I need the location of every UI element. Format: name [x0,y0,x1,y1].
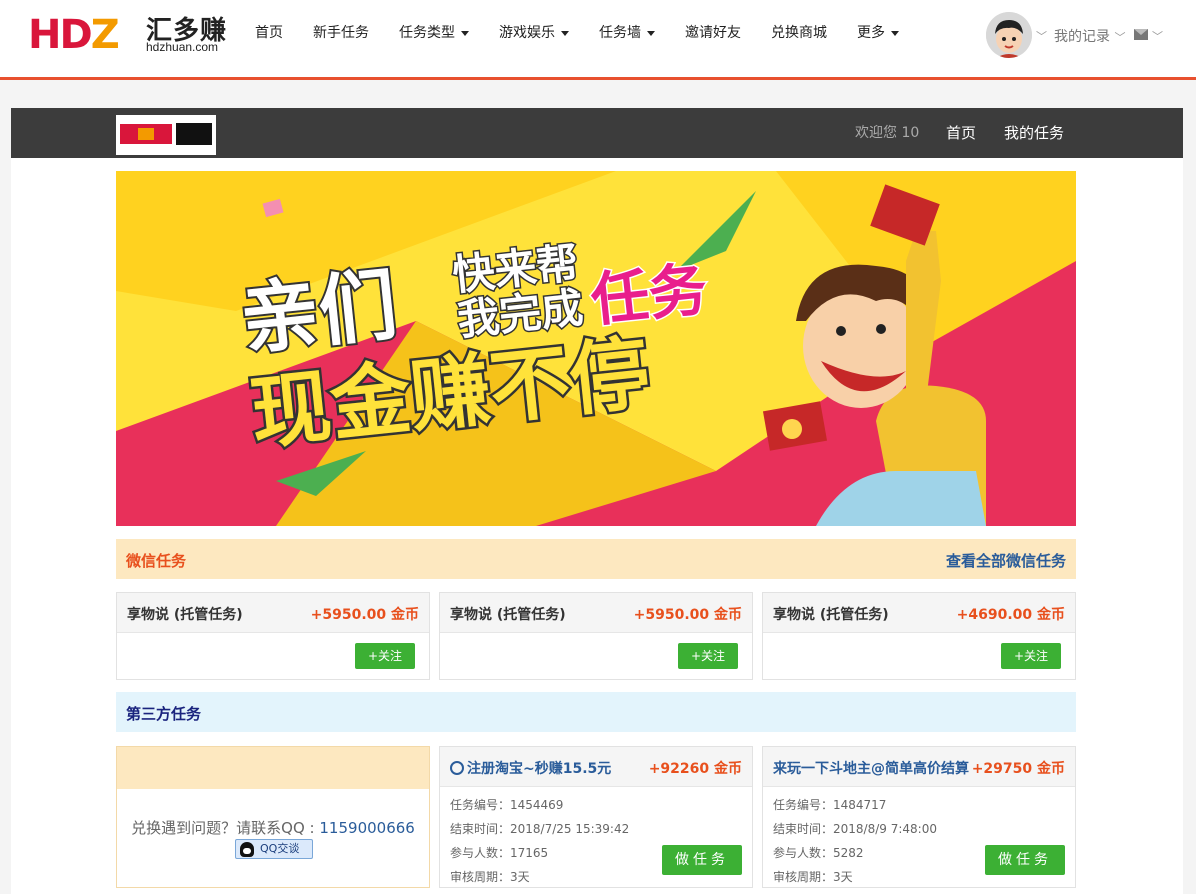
wechat-task-card[interactable]: 享物说 (托管任务) +4690.00 金币 +关注 [762,592,1076,680]
chevron-down-icon[interactable]: ﹀ [1152,28,1163,44]
caret-down-icon [461,30,469,36]
wechat-task-card[interactable]: 享物说 (托管任务) +5950.00 金币 +关注 [439,592,753,680]
task-name: 享物说 (托管任务) [773,607,889,623]
welcome-text: 欢迎您 10 [855,125,920,141]
third-party-task-card[interactable]: 来玩一下斗地主@简单高价结算 +29750 金币 任务编号：1484717 结束… [762,746,1076,888]
follow-button[interactable]: +关注 [355,643,415,669]
user-avatar[interactable] [986,12,1032,58]
follow-button[interactable]: +关注 [1001,643,1061,669]
qq-penguin-icon [240,842,254,857]
task-id: 任务编号：1484717 [773,798,887,812]
logo-en: hdzhuan.com [146,40,219,54]
task-end-time: 结束时间：2018/7/25 15:39:42 [450,822,630,836]
nav-item-task-types[interactable]: 任务类型 [384,0,484,66]
nav-item-shop[interactable]: 兑换商城 [756,0,842,66]
caret-down-icon [891,30,899,36]
wechat-section-title: 微信任务 [126,552,187,570]
promo-banner[interactable]: 亲们 快来帮 我完成 任务 现金赚不停 [116,171,1076,526]
view-all-wechat-link[interactable]: 查看全部微信任务 [946,550,1066,571]
task-name-link[interactable]: 来玩一下斗地主@简单高价结算 [773,758,969,778]
top-navbar: HDZ 汇多赚 hdzhuan.com 首页 新手任务 任务类型 游戏娱乐 任务… [0,0,1196,80]
coin-reward: +92260 金币 [648,761,742,777]
task-end-time: 结束时间：2018/8/9 7:48:00 [773,822,937,836]
coin-reward: +29750 金币 [971,761,1065,777]
banner-line1a: 亲们 [237,260,402,366]
coin-reward: +5950.00 金币 [633,607,742,623]
third-party-task-card[interactable]: 注册淘宝~秒赚15.5元 +92260 金币 任务编号：1454469 结束时间… [439,746,753,888]
chevron-down-icon[interactable]: ﹀ [1036,28,1047,44]
qq-chat-button[interactable]: QQ交谈 [235,839,313,859]
subbar-home-link[interactable]: 首页 [946,122,976,143]
sub-logo[interactable] [116,115,216,155]
taobao-icon [450,761,464,775]
third-party-section-title: 第三方任务 [126,705,202,723]
do-task-button[interactable]: 做任务 [985,845,1065,875]
nav-item-invite[interactable]: 邀请好友 [670,0,756,66]
coin-reward: +5950.00 金币 [310,607,419,623]
nav-item-newbie[interactable]: 新手任务 [298,0,384,66]
task-id: 任务编号：1454469 [450,798,564,812]
nav-item-task-wall[interactable]: 任务墙 [584,0,670,66]
banner-art: 亲们 快来帮 我完成 任务 现金赚不停 [116,171,1076,526]
wechat-section-header: 微信任务 查看全部微信任务 [116,539,1076,579]
sub-logo-orange [138,128,154,140]
sub-logo-black [176,123,212,145]
wechat-task-card[interactable]: 享物说 (托管任务) +5950.00 金币 +关注 [116,592,430,680]
nav-item-home[interactable]: 首页 [240,0,298,66]
help-qq-number[interactable]: 1159000666 [319,819,414,837]
do-task-button[interactable]: 做任务 [662,845,742,875]
site-logo[interactable]: HDZ 汇多赚 hdzhuan.com [28,10,228,58]
coin-reward: +4690.00 金币 [956,607,1065,623]
help-box: 兑换遇到问题？请联系QQ : 1159000666 QQ交谈 [116,746,430,888]
help-box-band [117,747,429,789]
nav-item-more[interactable]: 更多 [842,0,914,66]
subbar-my-tasks-link[interactable]: 我的任务 [1004,122,1064,143]
third-party-section-header: 第三方任务 [116,692,1076,732]
mail-icon[interactable] [1134,29,1148,40]
nav-item-games[interactable]: 游戏娱乐 [484,0,584,66]
task-name: 享物说 (托管任务) [127,607,243,623]
follow-button[interactable]: +关注 [678,643,738,669]
logo-mark: HDZ [28,12,120,58]
my-records-menu[interactable]: 我的记录 ﹀ [1054,26,1125,46]
task-name-link[interactable]: 注册淘宝~秒赚15.5元 [450,758,611,778]
banner-line2-highlight: 任务 [588,255,710,335]
caret-down-icon [561,30,569,36]
task-name: 享物说 (托管任务) [450,607,566,623]
caret-down-icon [647,30,655,36]
help-text: 兑换遇到问题？请联系QQ : 1159000666 [131,819,415,837]
main-menu: 首页 新手任务 任务类型 游戏娱乐 任务墙 邀请好友 兑换商城 更多 [240,0,914,66]
